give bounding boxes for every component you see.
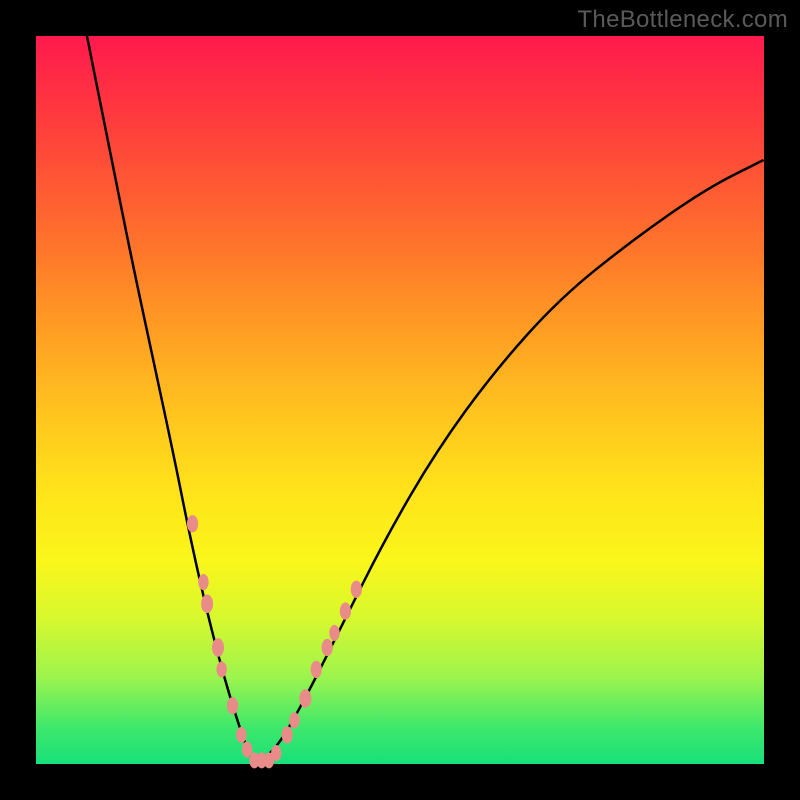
chart-overlay-svg	[36, 36, 764, 764]
data-marker	[282, 726, 293, 743]
data-marker	[340, 602, 351, 619]
data-marker	[299, 689, 311, 708]
data-marker	[311, 661, 322, 678]
curve-group	[87, 36, 764, 764]
series-curve-right	[254, 160, 764, 764]
data-marker	[236, 727, 246, 743]
data-marker	[227, 697, 238, 714]
plot-area	[36, 36, 764, 764]
data-marker	[187, 515, 198, 532]
watermark-text: TheBottleneck.com	[577, 6, 788, 34]
marker-group	[187, 515, 362, 768]
data-marker	[271, 745, 281, 761]
series-curve-left	[87, 36, 254, 764]
data-marker	[201, 595, 213, 614]
data-marker	[216, 661, 226, 677]
chart-frame: TheBottleneck.com	[0, 0, 800, 800]
data-marker	[322, 639, 333, 656]
data-marker	[198, 574, 208, 590]
data-marker	[329, 625, 339, 641]
data-marker	[289, 712, 299, 728]
data-marker	[351, 581, 362, 598]
data-marker	[212, 638, 224, 657]
